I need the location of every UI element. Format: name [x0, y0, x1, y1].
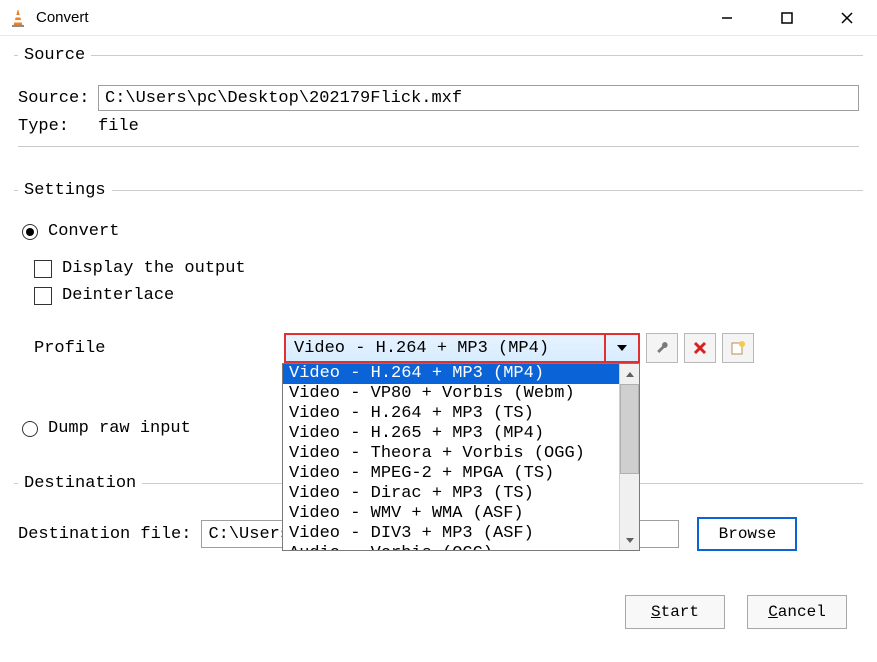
source-group: Source Source: Type: file: [14, 46, 863, 161]
button-bar: Start Cancel: [0, 589, 877, 635]
vlc-icon: [8, 8, 28, 28]
profile-option[interactable]: Video - Theora + Vorbis (OGG): [283, 444, 639, 464]
chevron-down-icon[interactable]: [604, 335, 638, 361]
profile-combobox[interactable]: Video - H.264 + MP3 (MP4): [284, 333, 640, 363]
browse-button[interactable]: Browse: [697, 517, 797, 551]
wrench-icon: [654, 340, 670, 356]
source-label: Source:: [18, 89, 98, 108]
profile-option[interactable]: Video - H.265 + MP3 (MP4): [283, 424, 639, 444]
scroll-down-icon[interactable]: [620, 530, 639, 550]
profile-option[interactable]: Video - H.264 + MP3 (TS): [283, 404, 639, 424]
edit-profile-button[interactable]: [646, 333, 678, 363]
profile-option[interactable]: Video - VP80 + Vorbis (Webm): [283, 384, 639, 404]
source-input[interactable]: [98, 85, 859, 111]
profile-option[interactable]: Audio - Vorbis (OGG): [283, 544, 639, 550]
profile-dropdown: Video - H.264 + MP3 (MP4) Video - VP80 +…: [282, 363, 640, 551]
scroll-thumb[interactable]: [620, 384, 639, 474]
settings-legend: Settings: [18, 181, 112, 200]
display-output-checkbox[interactable]: [34, 260, 52, 278]
dump-radio[interactable]: [22, 421, 38, 437]
convert-radio[interactable]: [22, 224, 38, 240]
profile-selected-text: Video - H.264 + MP3 (MP4): [286, 339, 604, 358]
cancel-button[interactable]: Cancel: [747, 595, 847, 629]
minimize-button[interactable]: [697, 0, 757, 35]
source-legend: Source: [18, 46, 91, 65]
convert-radio-label: Convert: [48, 222, 119, 241]
delete-icon: [693, 341, 707, 355]
display-output-row[interactable]: Display the output: [34, 259, 859, 278]
dump-radio-label: Dump raw input: [48, 419, 191, 438]
type-label: Type:: [18, 117, 98, 136]
profile-option[interactable]: Video - MPEG-2 + MPGA (TS): [283, 464, 639, 484]
new-profile-icon: [730, 340, 746, 356]
display-output-label: Display the output: [62, 259, 246, 278]
start-button[interactable]: Start: [625, 595, 725, 629]
profile-option[interactable]: Video - Dirac + MP3 (TS): [283, 484, 639, 504]
new-profile-button[interactable]: [722, 333, 754, 363]
maximize-button[interactable]: [757, 0, 817, 35]
profile-option[interactable]: Video - DIV3 + MP3 (ASF): [283, 524, 639, 544]
type-value: file: [98, 117, 139, 136]
profile-option[interactable]: Video - H.264 + MP3 (MP4): [283, 364, 639, 384]
destination-legend: Destination: [18, 474, 142, 493]
deinterlace-row[interactable]: Deinterlace: [34, 286, 859, 305]
profile-option[interactable]: Video - WMV + WMA (ASF): [283, 504, 639, 524]
scroll-up-icon[interactable]: [620, 364, 639, 384]
convert-radio-row[interactable]: Convert: [22, 222, 859, 241]
delete-profile-button[interactable]: [684, 333, 716, 363]
profile-label: Profile: [34, 339, 284, 358]
window-title: Convert: [36, 9, 697, 26]
close-button[interactable]: [817, 0, 877, 35]
destination-label: Destination file:: [18, 525, 191, 544]
deinterlace-checkbox[interactable]: [34, 287, 52, 305]
settings-group: Settings Convert Display the output Dein…: [14, 181, 863, 454]
deinterlace-label: Deinterlace: [62, 286, 174, 305]
dropdown-scrollbar[interactable]: [619, 364, 639, 550]
titlebar: Convert: [0, 0, 877, 36]
